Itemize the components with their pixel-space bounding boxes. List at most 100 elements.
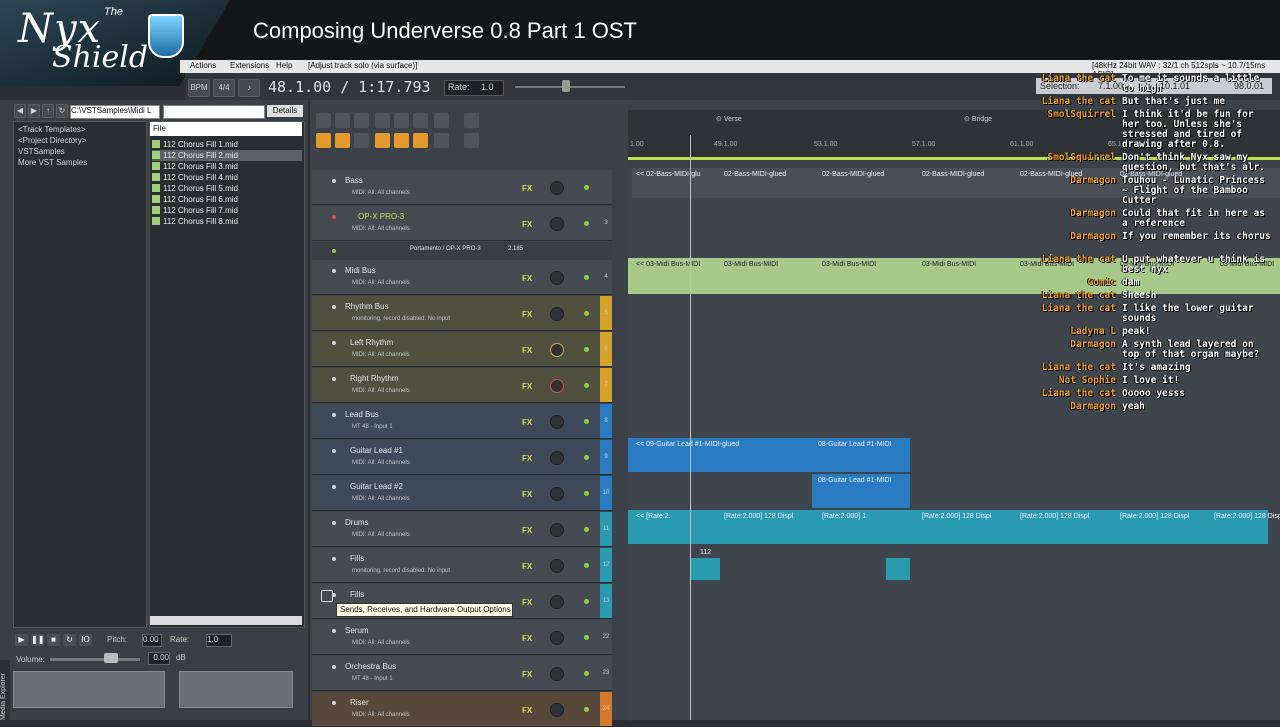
tree-item-track-templates[interactable]: <Track Templates> bbox=[18, 125, 86, 134]
volume-knob[interactable] bbox=[550, 487, 564, 501]
volume-knob[interactable] bbox=[550, 451, 564, 465]
file-list-scrollbar[interactable] bbox=[150, 616, 302, 625]
tree-item-project-directory[interactable]: <Project Directory> bbox=[18, 136, 86, 145]
volume-knob[interactable] bbox=[550, 217, 564, 231]
list-item[interactable]: 112 Chorus Fill 1.mid bbox=[152, 139, 302, 150]
track-input[interactable]: MIDI: All: All channels bbox=[352, 388, 410, 394]
track-input[interactable]: MIDI: All: All channels bbox=[352, 226, 410, 232]
track-name[interactable]: Fills bbox=[350, 554, 364, 563]
media-item-fill[interactable] bbox=[690, 558, 720, 580]
track-name[interactable]: Midi Bus bbox=[345, 266, 376, 275]
io-icon[interactable]: IO bbox=[79, 634, 92, 646]
track-midi-bus[interactable]: Midi Bus MIDI: All: All channels FX 4 bbox=[312, 260, 612, 295]
fx-button[interactable]: FX bbox=[522, 670, 532, 679]
track-name[interactable]: Fills bbox=[350, 590, 364, 599]
track-input[interactable]: MIDI: All: All channels bbox=[352, 712, 410, 718]
track-input[interactable]: MT 48 - Input 1 bbox=[352, 424, 393, 430]
snap-icon[interactable] bbox=[413, 133, 428, 148]
track-name[interactable]: Orchestra Bus bbox=[345, 662, 396, 671]
save-icon[interactable] bbox=[354, 113, 369, 128]
select-tool-icon[interactable] bbox=[316, 133, 331, 148]
filter-input[interactable] bbox=[163, 105, 265, 119]
track-name[interactable]: OP-X PRO-3 bbox=[358, 212, 404, 221]
lane-drums[interactable]: << [Rate:2. [Rate:2.000] 128 Displ [Rate… bbox=[628, 510, 1280, 547]
volume-knob[interactable] bbox=[550, 595, 564, 609]
track-right-rhythm[interactable]: Right Rhythm MIDI: All: All channels FX … bbox=[312, 368, 612, 403]
attach-icon[interactable] bbox=[375, 113, 390, 128]
lane-lower[interactable] bbox=[628, 582, 1280, 721]
fx-button[interactable]: FX bbox=[522, 634, 532, 643]
volume-knob[interactable] bbox=[550, 523, 564, 537]
track-name[interactable]: Guitar Lead #1 bbox=[350, 446, 403, 455]
bpm-button[interactable]: BPM bbox=[188, 79, 210, 97]
track-guitar-lead-2[interactable]: Guitar Lead #2 MIDI: All: All channels F… bbox=[312, 476, 612, 511]
track-input[interactable]: MIDI: All: All channels bbox=[352, 352, 410, 358]
track-arm-dot[interactable] bbox=[332, 269, 336, 273]
track-arm-dot[interactable] bbox=[332, 557, 336, 561]
pan-knob[interactable] bbox=[550, 343, 564, 357]
media-explorer-tab[interactable]: Media Explorer bbox=[0, 660, 10, 720]
play-icon[interactable]: ▶ bbox=[15, 634, 28, 646]
marker-verse[interactable]: ⊙ Verse bbox=[716, 115, 742, 123]
track-input[interactable]: MIDI: All: All channels bbox=[352, 460, 410, 466]
fx-button[interactable]: FX bbox=[522, 490, 532, 499]
playhead-cursor[interactable] bbox=[690, 135, 691, 720]
pan-knob[interactable] bbox=[550, 379, 564, 393]
metronome-icon[interactable]: ♪ bbox=[238, 79, 260, 97]
time-signature[interactable]: 4/4 bbox=[213, 79, 235, 97]
menu-actions[interactable]: Actions bbox=[190, 61, 216, 70]
track-name[interactable]: Rhythm Bus bbox=[345, 302, 389, 311]
undo-icon[interactable] bbox=[394, 113, 409, 128]
fx-button[interactable]: FX bbox=[522, 346, 532, 355]
fx-button[interactable]: FX bbox=[522, 526, 532, 535]
fx-button[interactable]: FX bbox=[522, 706, 532, 715]
volume-knob[interactable] bbox=[550, 667, 564, 681]
track-input[interactable]: MT 48 - Input 1 bbox=[352, 676, 393, 682]
menu-help[interactable]: Help bbox=[276, 61, 292, 70]
crossfade-icon[interactable] bbox=[394, 133, 409, 148]
track-arm-dot[interactable] bbox=[332, 665, 336, 669]
track-arm-dot[interactable] bbox=[332, 377, 336, 381]
track-arm-dot[interactable] bbox=[332, 215, 336, 219]
track-guitar-lead-1[interactable]: Guitar Lead #1 MIDI: All: All channels F… bbox=[312, 440, 612, 475]
fx-button[interactable]: FX bbox=[522, 454, 532, 463]
track-name[interactable]: Left Rhythm bbox=[350, 338, 393, 347]
volume-slider[interactable] bbox=[50, 658, 140, 661]
track-drums[interactable]: Drums MIDI: All: All channels FX 11 bbox=[312, 512, 612, 547]
lock-icon[interactable] bbox=[434, 133, 449, 148]
routing-button[interactable] bbox=[321, 590, 333, 602]
fx-button[interactable]: FX bbox=[522, 598, 532, 607]
up-folder-icon[interactable]: ↑ bbox=[42, 104, 54, 118]
volume-knob[interactable] bbox=[550, 631, 564, 645]
tree-item-vstsamples[interactable]: VSTSamples bbox=[18, 147, 65, 156]
track-input[interactable]: MIDI: All: All channels bbox=[352, 532, 410, 538]
media-item-fill[interactable] bbox=[886, 558, 910, 580]
list-item[interactable]: 112 Chorus Fill 5.mid bbox=[152, 183, 302, 194]
volume-slider-handle[interactable] bbox=[104, 653, 118, 663]
track-input[interactable]: MIDI: All: All channels bbox=[352, 640, 410, 646]
marker-bridge[interactable]: ⊙ Bridge bbox=[964, 115, 992, 123]
track-arm-dot[interactable] bbox=[332, 701, 336, 705]
envelope-dot[interactable] bbox=[332, 249, 336, 253]
lane-fills[interactable]: 112 bbox=[628, 546, 1280, 583]
rate-value-explorer[interactable]: 1.0 bbox=[206, 634, 232, 647]
knife-icon[interactable] bbox=[464, 133, 479, 148]
list-item[interactable]: 112 Chorus Fill 8.mid bbox=[152, 216, 302, 227]
track-input[interactable]: MIDI: All: All channels bbox=[352, 190, 410, 196]
new-file-icon[interactable] bbox=[316, 113, 331, 128]
track-arm-dot[interactable] bbox=[332, 341, 336, 345]
list-item[interactable]: 112 Chorus Fill 7.mid bbox=[152, 205, 302, 216]
track-orchestra-bus[interactable]: Orchestra Bus MT 48 - Input 1 FX 23 bbox=[312, 656, 612, 691]
track-name[interactable]: Bass bbox=[345, 176, 363, 185]
stop-icon[interactable]: ■ bbox=[47, 634, 60, 646]
fx-button[interactable]: FX bbox=[522, 562, 532, 571]
track-arm-dot[interactable] bbox=[332, 179, 336, 183]
track-arm-dot[interactable] bbox=[332, 305, 336, 309]
list-item[interactable]: 112 Chorus Fill 3.mid bbox=[152, 161, 302, 172]
fx-button[interactable]: FX bbox=[522, 418, 532, 427]
track-input[interactable]: monitoring, record disabled: No input bbox=[352, 316, 450, 322]
track-input[interactable]: MIDI: All: All channels bbox=[352, 496, 410, 502]
track-op-x-pro-3[interactable]: OP-X PRO-3 MIDI: All: All channels FX 3 bbox=[312, 206, 612, 241]
grid-icon[interactable] bbox=[354, 133, 369, 148]
repeat-icon[interactable]: ↻ bbox=[63, 634, 76, 646]
